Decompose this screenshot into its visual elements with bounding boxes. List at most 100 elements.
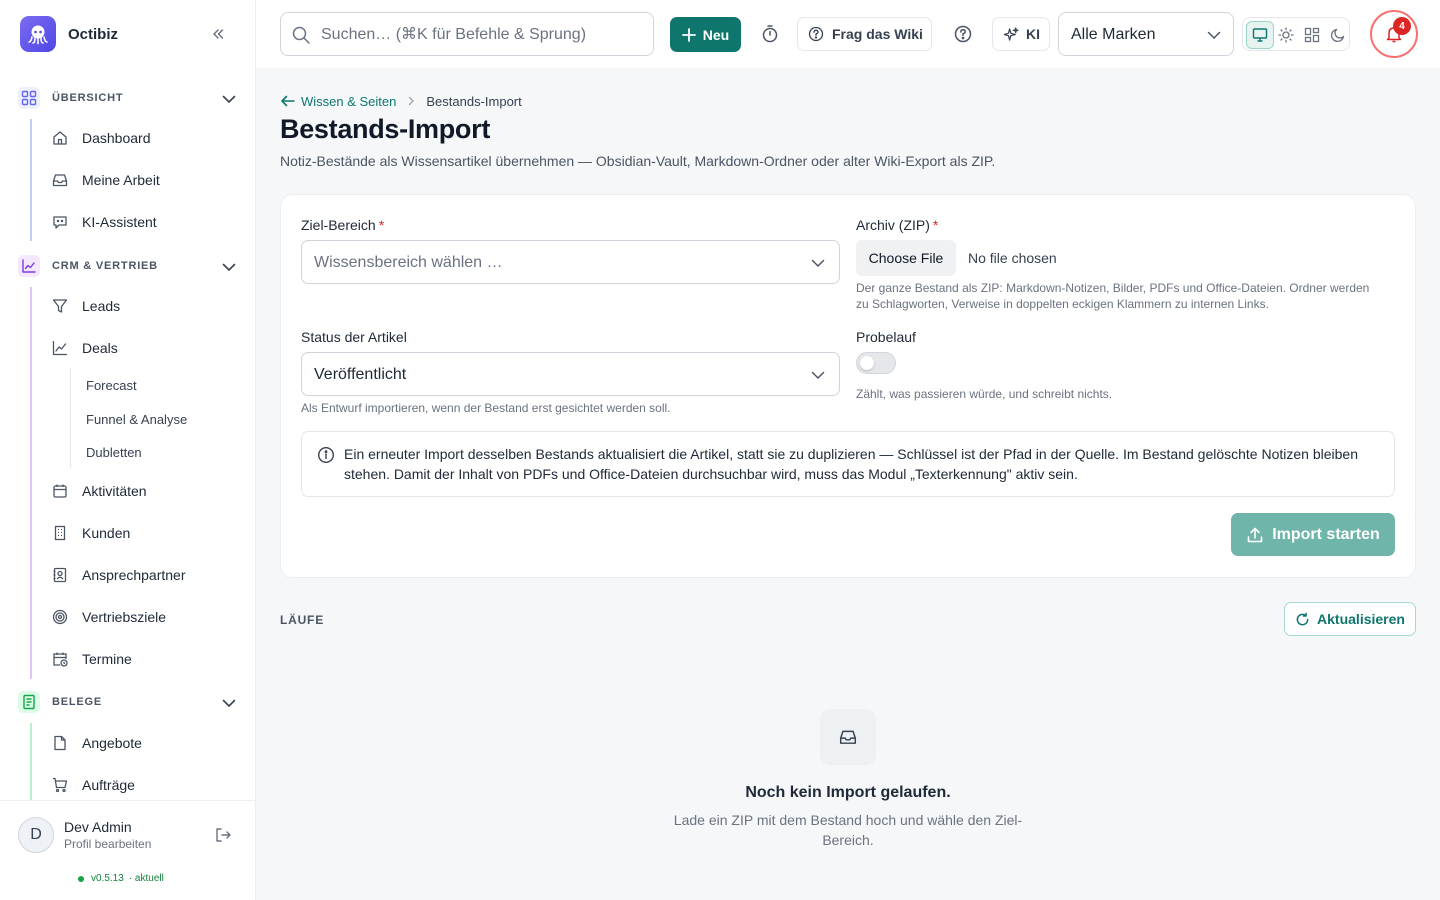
- info-icon: [317, 446, 335, 464]
- upload-icon: [1247, 527, 1263, 542]
- plus-icon: [681, 27, 696, 42]
- section-uebersicht[interactable]: ÜBERSICHT: [0, 77, 256, 119]
- monitor-icon[interactable]: [1246, 21, 1274, 49]
- section-rail: [30, 119, 32, 241]
- search-box[interactable]: [280, 12, 654, 56]
- grid-icon: [18, 87, 40, 109]
- dry-run-hint: Zählt, was passieren würde, und schreibt…: [856, 387, 1113, 401]
- sparkles-icon: [1004, 26, 1019, 41]
- topbar: Neu Frag das Wiki KI Alle Marken 4: [256, 0, 1440, 68]
- article-status-value: Veröffentlicht: [314, 366, 407, 383]
- dry-run-toggle[interactable]: [856, 352, 896, 374]
- line-chart-icon: [52, 340, 68, 356]
- sun-icon[interactable]: [1272, 21, 1300, 49]
- target-area-placeholder: Wissensbereich wählen …: [314, 254, 503, 271]
- empty-inbox-icon: [820, 709, 876, 765]
- sidebar-item-label: Dashboard: [82, 130, 151, 146]
- sidebar-subitem-forecast[interactable]: Forecast: [86, 378, 137, 393]
- chevron-down-icon: [220, 90, 238, 108]
- collapse-sidebar-icon[interactable]: [208, 24, 228, 44]
- document-icon: [52, 735, 68, 751]
- sidebar-item-label: Aufträge: [82, 777, 135, 793]
- sidebar-item-angebote[interactable]: Angebote: [42, 724, 242, 762]
- sidebar-item-label: KI-Assistent: [82, 214, 157, 230]
- file-status: No file chosen: [968, 250, 1057, 266]
- sidebar-item-ki-assistent[interactable]: KI-Assistent: [42, 203, 242, 241]
- home-icon: [52, 130, 68, 146]
- sidebar-item-dashboard[interactable]: Dashboard: [42, 119, 242, 157]
- runs-heading: LÄUFE: [280, 613, 324, 627]
- empty-state-title: Noch kein Import gelaufen.: [745, 784, 951, 801]
- breadcrumb-back-link[interactable]: Wissen & Seiten: [280, 93, 396, 109]
- sidebar-subitem-dubletten[interactable]: Dubletten: [86, 445, 142, 460]
- target-icon: [52, 609, 68, 625]
- status-field-label: Status der Artikel: [301, 329, 407, 345]
- sidebar-item-label: Leads: [82, 298, 121, 314]
- section-label: CRM & VERTRIEB: [52, 260, 158, 272]
- dry-run-label: Probelauf: [856, 329, 916, 345]
- sidebar-item-aktivitaeten[interactable]: Aktivitäten: [42, 472, 242, 510]
- brand-select[interactable]: Alle Marken: [1058, 12, 1234, 56]
- profile-area: D Dev Admin Profil bearbeiten v0.5.13 · …: [0, 800, 256, 900]
- sidebar-item-vertriebsziele[interactable]: Vertriebsziele: [42, 598, 242, 636]
- breadcrumb-current: Bestands-Import: [426, 93, 522, 109]
- ki-button[interactable]: KI: [992, 17, 1050, 51]
- toggle-knob: [860, 356, 874, 370]
- chevron-down-icon: [809, 366, 827, 384]
- section-crm-vertrieb[interactable]: CRM & VERTRIEB: [0, 245, 256, 287]
- notifications-bell-icon[interactable]: [1370, 10, 1418, 58]
- refresh-button[interactable]: Aktualisieren: [1284, 602, 1416, 636]
- logout-icon[interactable]: [214, 826, 232, 844]
- funnel-icon: [52, 298, 68, 314]
- profile-edit-link[interactable]: Profil bearbeiten: [64, 837, 151, 851]
- sidebar-item-auftraege[interactable]: Aufträge: [42, 766, 242, 800]
- moon-icon[interactable]: [1324, 21, 1352, 49]
- section-rail: [30, 723, 32, 800]
- start-import-button[interactable]: Import starten: [1231, 513, 1395, 556]
- avatar[interactable]: D: [18, 817, 54, 853]
- sidebar-item-kunden[interactable]: Kunden: [42, 514, 242, 552]
- version-number: v0.5.13: [91, 873, 124, 884]
- sidebar-item-label: Vertriebsziele: [82, 609, 167, 625]
- profile-name: Dev Admin: [64, 819, 132, 835]
- timer-icon[interactable]: [760, 24, 780, 44]
- sidebar-item-meine-arbeit[interactable]: Meine Arbeit: [42, 161, 242, 199]
- empty-state-description: Lade ein ZIP mit dem Bestand hoch und wä…: [673, 812, 1023, 848]
- search-input[interactable]: [321, 23, 641, 47]
- new-button[interactable]: Neu: [670, 17, 741, 52]
- arrow-left-icon: [281, 95, 295, 107]
- theme-switcher: [1242, 17, 1350, 51]
- sidebar-subitem-funnel-analyse[interactable]: Funnel & Analyse: [86, 412, 187, 427]
- sidebar: Octibiz ÜBERSICHT Dashboard Meine Arbeit…: [0, 0, 256, 900]
- choose-file-button[interactable]: Choose File: [856, 240, 956, 276]
- sidebar-item-deals[interactable]: Deals: [42, 329, 242, 367]
- status-dot: [78, 875, 84, 882]
- brand[interactable]: Octibiz: [20, 16, 118, 52]
- sidebar-item-ansprechpartner[interactable]: Ansprechpartner: [42, 556, 242, 594]
- help-icon[interactable]: [953, 24, 973, 44]
- sidebar-item-label: Kunden: [82, 525, 131, 541]
- section-belege[interactable]: BELEGE: [0, 681, 256, 723]
- trend-chart-icon: [18, 255, 40, 277]
- app-name: Octibiz: [68, 25, 119, 43]
- building-icon: [52, 525, 68, 541]
- article-status-select[interactable]: Veröffentlicht: [301, 352, 840, 396]
- ask-wiki-button[interactable]: Frag das Wiki: [797, 17, 932, 51]
- status-hint: Als Entwurf importieren, wenn der Bestan…: [301, 401, 671, 415]
- sidebar-item-label: Aktivitäten: [82, 483, 147, 499]
- chevron-down-icon: [220, 694, 238, 712]
- octopus-logo-icon: [20, 16, 56, 52]
- target-area-select[interactable]: Wissensbereich wählen …: [301, 240, 840, 284]
- section-rail: [30, 287, 32, 679]
- sidebar-item-leads[interactable]: Leads: [42, 287, 242, 325]
- dashboard-layout-icon[interactable]: [1298, 21, 1326, 49]
- target-field-label: Ziel-Bereich *: [301, 217, 385, 233]
- start-import-label: Import starten: [1272, 525, 1380, 543]
- search-icon: [291, 25, 311, 45]
- notifications-badge: 4: [1393, 17, 1411, 35]
- ki-label: KI: [1026, 26, 1040, 42]
- refresh-icon: [1296, 612, 1309, 625]
- sidebar-item-termine[interactable]: Termine: [42, 640, 242, 678]
- cart-icon: [52, 777, 68, 793]
- page-description: Notiz-Bestände als Wissensartikel überne…: [280, 153, 996, 169]
